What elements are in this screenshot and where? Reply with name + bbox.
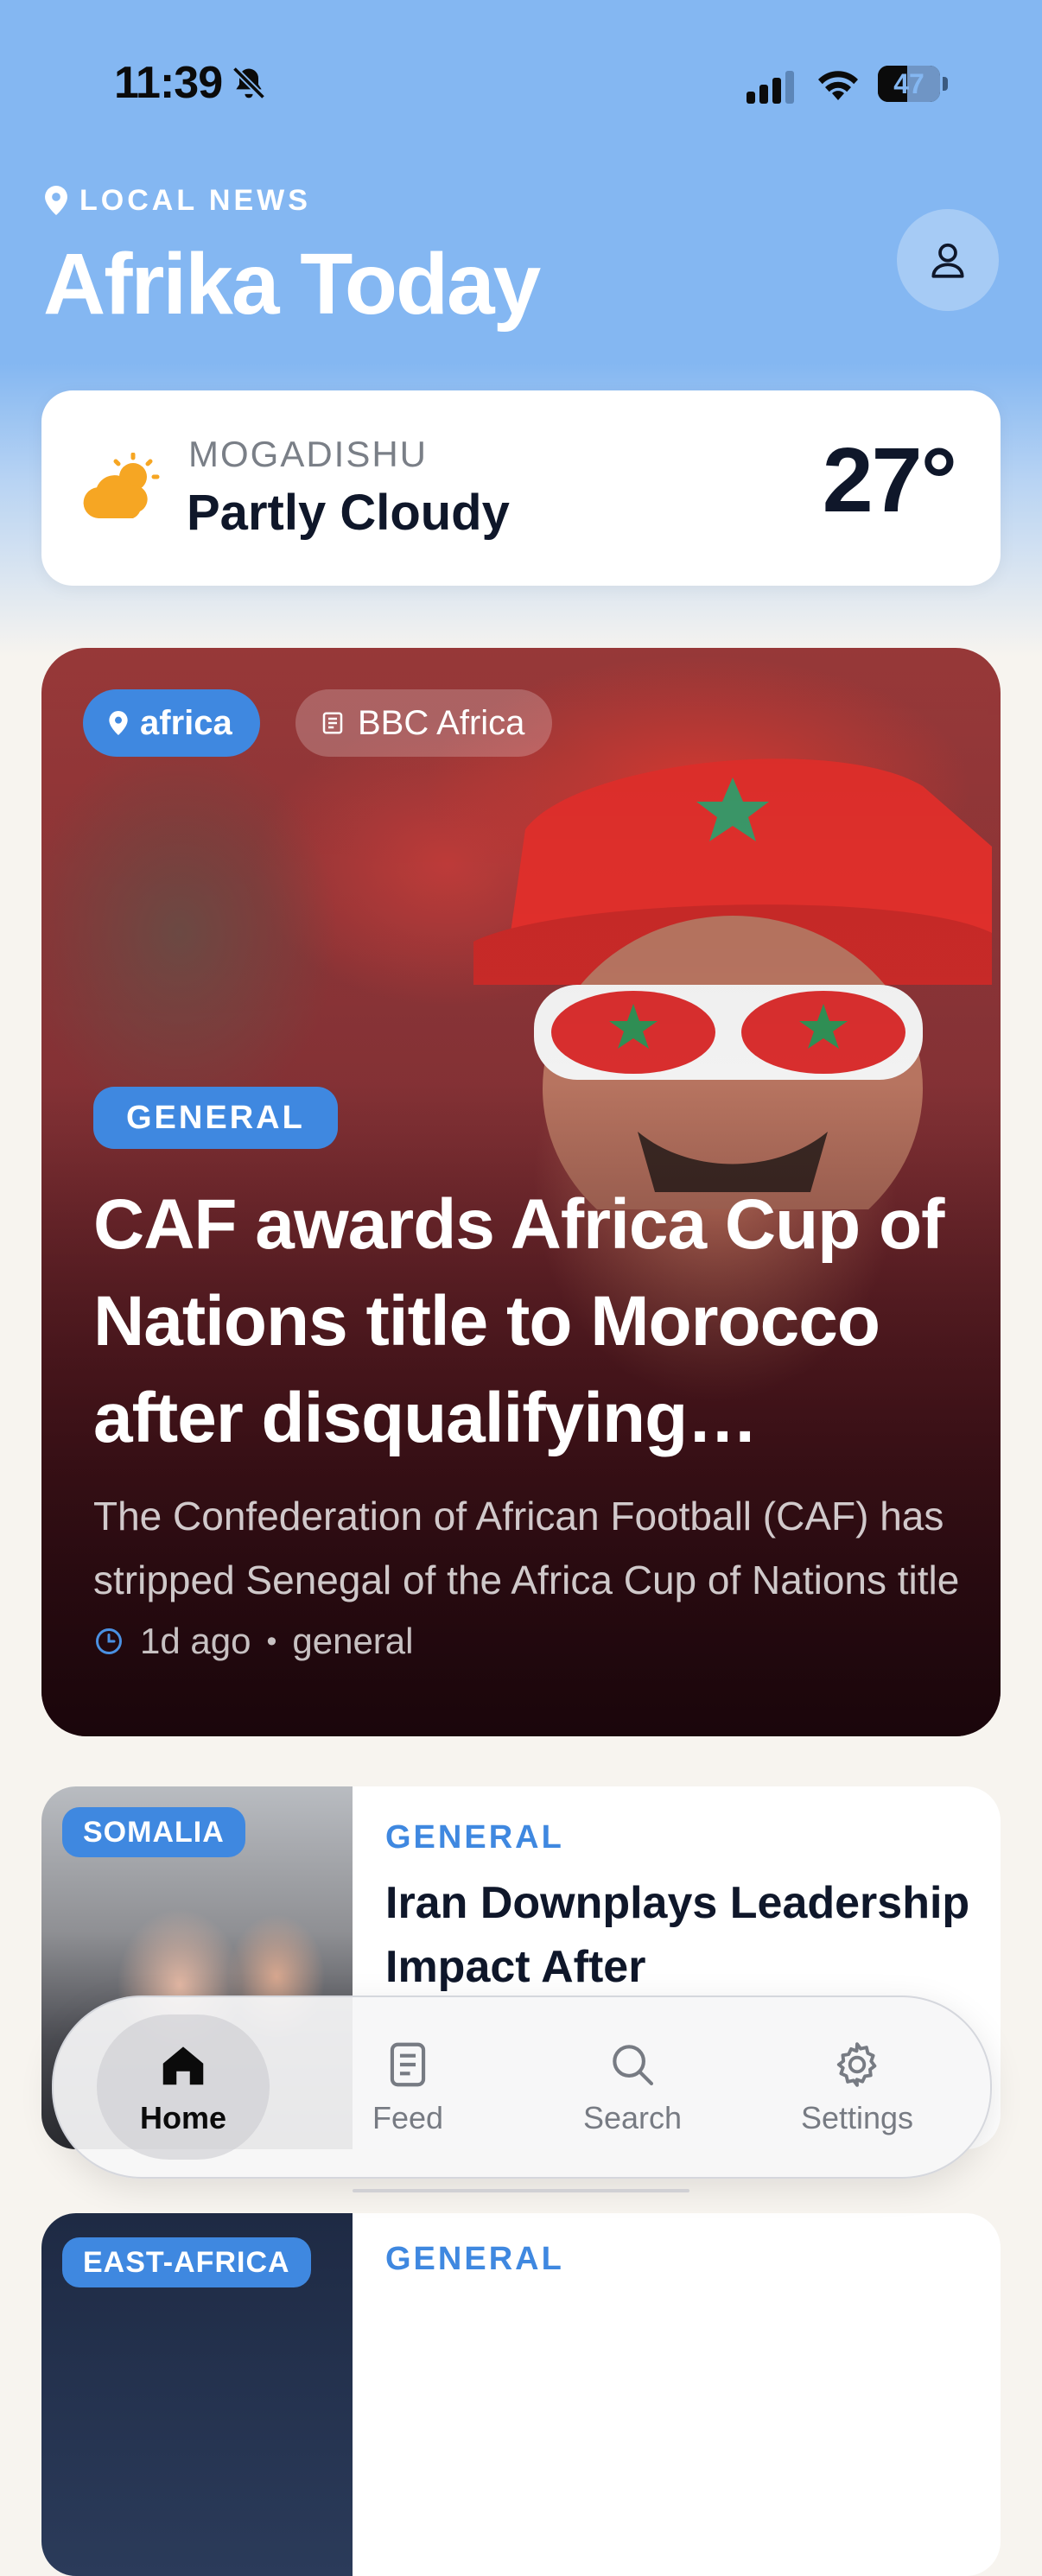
tab-feed[interactable]: Feed xyxy=(321,2014,494,2160)
source-chip[interactable]: BBC Africa xyxy=(295,689,553,757)
time-ago: 1d ago xyxy=(140,1621,251,1661)
tab-bar: Home Feed Search Settings xyxy=(52,1995,992,2179)
region-chip-label: africa xyxy=(140,703,232,742)
person-icon xyxy=(931,243,964,278)
article-card[interactable]: EAST-AFRICA GENERAL xyxy=(41,2213,1001,2576)
meta-separator: • xyxy=(266,1624,277,1658)
featured-article-card[interactable]: africa BBC Africa GENERAL CAF awards Afr… xyxy=(41,648,1001,1736)
tab-settings[interactable]: Settings xyxy=(771,2014,944,2160)
article-category: GENERAL xyxy=(385,2241,564,2277)
tab-label: Feed xyxy=(372,2100,444,2135)
article-title: Iran Downplays Leadership Impact After xyxy=(385,1878,970,1992)
eyebrow-label: LOCAL NEWS xyxy=(79,183,311,217)
battery-level: 47 xyxy=(893,68,924,99)
weather-temperature: 27° xyxy=(822,429,957,531)
profile-button[interactable] xyxy=(897,209,999,311)
gear-icon xyxy=(836,2042,877,2087)
wifi-icon xyxy=(818,71,858,100)
weather-card[interactable]: MOGADISHU Partly Cloudy 27° xyxy=(41,390,1001,586)
tab-home[interactable]: Home xyxy=(97,2014,270,2160)
tab-label: Search xyxy=(582,2100,683,2135)
clock-icon xyxy=(96,1628,122,1654)
document-icon xyxy=(390,2042,426,2087)
tab-label: Home xyxy=(139,2100,227,2135)
newspaper-icon xyxy=(322,712,343,734)
region-badge: EAST-AFRICA xyxy=(62,2237,311,2287)
partly-cloudy-icon xyxy=(83,453,160,518)
featured-tag: general xyxy=(292,1621,414,1661)
location-pin-icon xyxy=(45,186,67,215)
featured-meta: 1d ago • general xyxy=(93,1617,413,1666)
battery-indicator: 47 xyxy=(878,66,949,102)
location-eyebrow: LOCAL NEWS xyxy=(45,183,311,218)
tab-search[interactable]: Search xyxy=(546,2014,719,2160)
bell-off-icon xyxy=(232,66,266,100)
app-title: Afrika Today xyxy=(43,236,541,333)
article-thumbnail: EAST-AFRICA xyxy=(41,2213,353,2576)
featured-summary: The Confederation of African Football (C… xyxy=(93,1494,960,1602)
home-indicator xyxy=(353,2189,689,2192)
location-pin-icon xyxy=(109,711,128,735)
weather-condition: Partly Cloudy xyxy=(187,485,510,541)
region-chip[interactable]: africa xyxy=(83,689,260,757)
article-category: GENERAL xyxy=(385,1819,564,1856)
house-icon xyxy=(162,2046,204,2085)
category-badge: GENERAL xyxy=(93,1087,338,1149)
region-badge: SOMALIA xyxy=(62,1807,245,1857)
magnifier-icon xyxy=(613,2045,654,2086)
status-time: 11:39 xyxy=(114,58,223,108)
source-chip-label: BBC Africa xyxy=(358,703,525,742)
battery-icon: 47 xyxy=(878,66,940,102)
tab-label: Settings xyxy=(800,2100,914,2135)
cellular-signal-icon xyxy=(747,71,794,104)
weather-city: MOGADISHU xyxy=(188,434,429,474)
featured-title: CAF awards Africa Cup of Nations title t… xyxy=(93,1185,944,1457)
